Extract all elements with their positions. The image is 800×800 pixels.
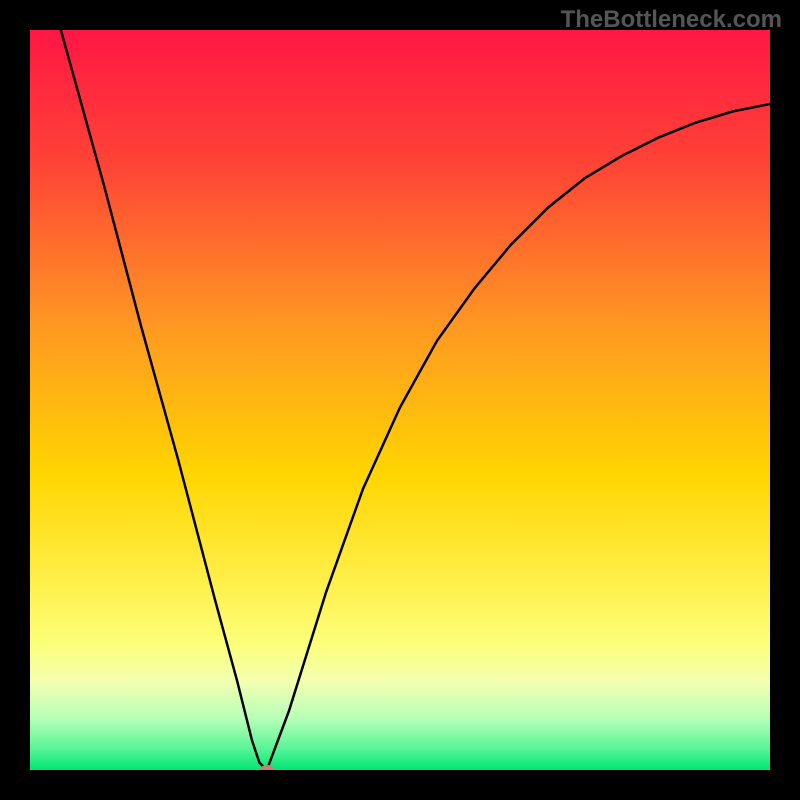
optimal-point-marker — [260, 765, 274, 770]
plot-area — [30, 30, 770, 770]
bottleneck-curve — [30, 30, 770, 770]
watermark-text: TheBottleneck.com — [561, 6, 782, 34]
